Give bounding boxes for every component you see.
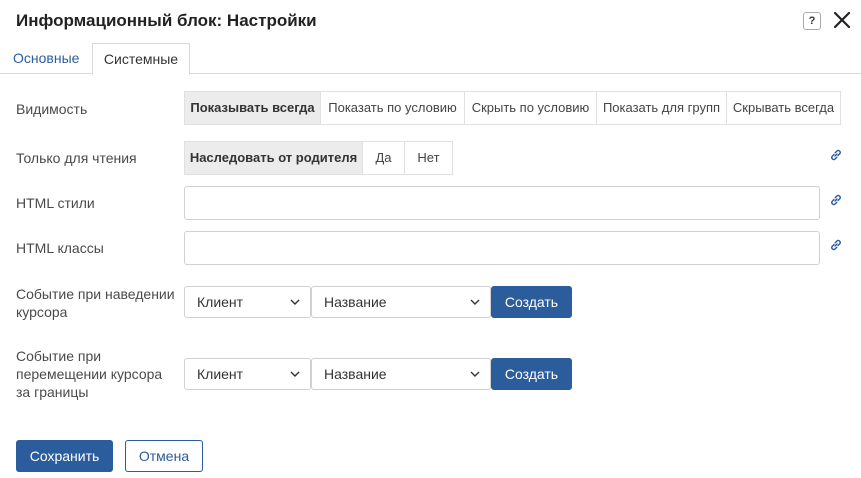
hover-event-source-select[interactable]: Клиент (184, 286, 311, 318)
readonly-label: Только для чтения (16, 150, 137, 166)
dialog-title: Информационный блок: Настройки (16, 11, 317, 30)
leave-event-name-select[interactable]: Название (311, 358, 491, 390)
visibility-option-show-for-groups[interactable]: Показать для групп (596, 91, 727, 125)
save-button[interactable]: Сохранить (16, 440, 113, 472)
visibility-option-always-show[interactable]: Показывать всегда (184, 91, 321, 125)
tab-system[interactable]: Системные (92, 43, 190, 75)
readonly-option-inherit[interactable]: Наследовать от родителя (184, 141, 363, 175)
leave-event-label-line2: перемещении курсора (16, 366, 163, 382)
tab-main[interactable]: Основные (1, 43, 91, 74)
readonly-option-yes[interactable]: Да (362, 141, 405, 175)
cancel-button[interactable]: Отмена (125, 440, 203, 472)
tab-bar: Основные Системные (0, 43, 861, 75)
hover-event-name-value: Название (324, 294, 387, 310)
visibility-option-show-by-condition[interactable]: Показать по условию (320, 91, 465, 125)
chevron-down-icon (470, 371, 480, 377)
hover-event-source-value: Клиент (197, 294, 244, 310)
html-classes-label: HTML классы (16, 240, 104, 256)
hover-event-name-select[interactable]: Название (311, 286, 491, 318)
chevron-down-icon (290, 371, 300, 377)
leave-event-source-select[interactable]: Клиент (184, 358, 311, 390)
leave-event-label-line3: за границы (16, 384, 89, 400)
visibility-segmented-control: Показывать всегда Показать по условию Ск… (184, 91, 841, 125)
hover-event-create-button[interactable]: Создать (491, 286, 572, 318)
hover-event-label-line1: Событие при наведении (16, 286, 175, 302)
visibility-option-always-hide[interactable]: Скрывать всегда (726, 91, 841, 125)
leave-event-name-value: Название (324, 366, 387, 382)
chevron-down-icon (290, 299, 300, 305)
readonly-segmented-control: Наследовать от родителя Да Нет (184, 141, 453, 175)
chevron-down-icon (470, 299, 480, 305)
leave-event-source-value: Клиент (197, 366, 244, 382)
readonly-option-no[interactable]: Нет (404, 141, 453, 175)
help-icon[interactable]: ? (803, 12, 821, 30)
hover-event-label-line2: курсора (16, 304, 68, 320)
leave-event-create-button[interactable]: Создать (491, 358, 572, 390)
link-icon[interactable] (829, 193, 843, 207)
close-icon[interactable] (833, 11, 851, 29)
leave-event-label: Событие при перемещении курсора за грани… (16, 347, 162, 401)
hover-event-label: Событие при наведении курсора (16, 285, 175, 321)
link-icon[interactable] (829, 148, 843, 162)
link-icon[interactable] (829, 238, 843, 252)
html-styles-input[interactable] (184, 186, 820, 220)
html-styles-label: HTML стили (16, 195, 95, 211)
html-classes-input[interactable] (184, 231, 820, 265)
leave-event-label-line1: Событие при (16, 348, 102, 364)
visibility-option-hide-by-condition[interactable]: Скрыть по условию (464, 91, 597, 125)
visibility-label: Видимость (16, 101, 88, 117)
